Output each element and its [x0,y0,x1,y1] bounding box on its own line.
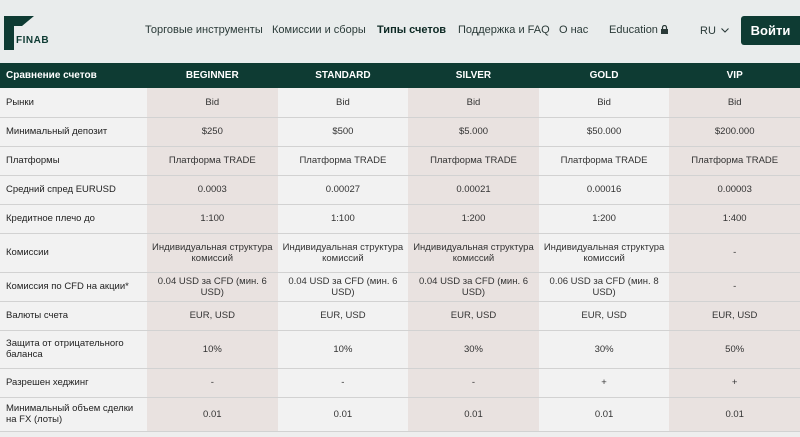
table-cell: EUR, USD [408,301,539,331]
table-cell: $250 [147,117,278,147]
table-row: Минимальный объем сделки на FX (лоты) 0.0… [0,397,800,432]
table-cell: 10% [277,330,409,369]
nav-about[interactable]: О нас [559,24,588,36]
table-cell: Индивидуальная структура комиссий [277,233,409,273]
table-cell: 1:100 [147,204,278,234]
table-cell: 0.0003 [147,175,278,205]
header-standard: STANDARD [277,63,409,88]
table-cell: Платформа TRADE [277,146,409,176]
table-cell: 0.01 [277,397,409,432]
table-row: Защита от отрицательного баланса 10% 10% 30… [0,330,800,369]
nav-trading-instruments[interactable]: Торговые инструменты [145,24,263,36]
table-cell: + [669,368,800,398]
row-label: Защита от отрицательного баланса [0,330,147,369]
table-row: Минимальный депозит $250 $500 $5.000 $50.000… [0,117,800,147]
table-cell: 0.00003 [669,175,800,205]
table-cell: 0.01 [408,397,539,432]
table-cell: 1:200 [408,204,539,234]
table-row: Комиссии Индивидуальная структура комисси… [0,233,800,273]
table-row: Кредитное плечо до 1:100 1:100 1:200 1:200 1:… [0,204,800,234]
header-vip: VIP [669,63,800,88]
table-cell: 30% [538,330,670,369]
table-cell: - [669,272,800,302]
table-row: Рынки Bid Bid Bid Bid Bid [0,88,800,118]
row-label: Минимальный депозит [0,117,147,147]
table-cell: EUR, USD [538,301,670,331]
table-cell: 1:400 [669,204,800,234]
row-label: Комиссии [0,233,147,273]
table-cell: Индивидуальная структура комиссий [408,233,539,273]
table-cell: 10% [147,330,278,369]
table-cell: 0.06 USD за CFD (мин. 8 USD) [538,272,670,302]
main-nav: Торговые инструменты Комиссии и сборы Ти… [0,0,800,63]
language-label: RU [700,25,716,37]
header-silver: SILVER [408,63,539,88]
header-beginner: BEGINNER [147,63,278,88]
row-label: Комиссия по CFD на акции* [0,272,147,302]
nav-education-label: Education [609,24,658,36]
table-cell: $50.000 [538,117,670,147]
language-selector[interactable]: RU [700,24,729,37]
row-label: Платформы [0,146,147,176]
nav-account-types[interactable]: Типы счетов [377,24,446,36]
row-label: Кредитное плечо до [0,204,147,234]
table-cell: - [669,233,800,273]
header-gold: GOLD [538,63,670,88]
row-label: Минимальный объем сделки на FX (лоты) [0,397,147,432]
table-cell: EUR, USD [277,301,409,331]
nav-support-faq[interactable]: Поддержка и FAQ [458,24,550,36]
table-cell: $5.000 [408,117,539,147]
login-button[interactable]: Войти [741,16,800,45]
table-cell: 0.01 [538,397,670,432]
nav-fees[interactable]: Комиссии и сборы [272,24,366,36]
table-row: Платформы Платформа TRADE Платформа TRADE П… [0,146,800,176]
table-cell: Bid [669,88,800,118]
row-label: Рынки [0,88,147,118]
table-cell: $200.000 [669,117,800,147]
table-cell: Индивидуальная структура комиссий [538,233,670,273]
table-cell: Платформа TRADE [147,146,278,176]
table-cell: EUR, USD [147,301,278,331]
table-cell: 30% [408,330,539,369]
table-cell: Bid [408,88,539,118]
row-label: Средний спред EURUSD [0,175,147,205]
table-cell: - [277,368,409,398]
table-row: Комиссия по CFD на акции* 0.04 USD за CFD… [0,272,800,302]
table-cell: 0.04 USD за CFD (мин. 6 USD) [408,272,539,302]
table-cell: $500 [277,117,409,147]
table-cell: Bid [538,88,670,118]
table-header-row: Сравнение счетов BEGINNER STANDARD SILVE… [0,63,800,88]
header-compare: Сравнение счетов [0,63,147,88]
table-cell: - [408,368,539,398]
table-row: Разрешен хеджинг - - - + + [0,368,800,398]
table-cell: 0.00021 [408,175,539,205]
table-cell: - [147,368,278,398]
table-cell: 50% [669,330,800,369]
table-cell: 0.01 [147,397,278,432]
table-cell: 0.04 USD за CFD (мин. 6 USD) [277,272,409,302]
table-cell: Платформа TRADE [538,146,670,176]
table-cell: Платформа TRADE [408,146,539,176]
table-cell: Bid [277,88,409,118]
table-cell: 0.00027 [277,175,409,205]
table-cell: 0.04 USD за CFD (мин. 6 USD) [147,272,278,302]
account-comparison-table: Сравнение счетов BEGINNER STANDARD SILVE… [0,63,800,432]
table-cell: 0.00016 [538,175,670,205]
table-cell: Индивидуальная структура комиссий [147,233,278,273]
table-cell: + [538,368,670,398]
table-row: Средний спред EURUSD 0.0003 0.00027 0.00021… [0,175,800,205]
nav-education[interactable]: Education [609,24,668,37]
chevron-down-icon [721,24,729,36]
table-cell: Платформа TRADE [669,146,800,176]
table-cell: 0.01 [669,397,800,432]
table-row: Валюты счета EUR, USD EUR, USD EUR, USD EUR,… [0,301,800,331]
lock-icon [660,24,668,37]
table-cell: 1:200 [538,204,670,234]
table-cell: Bid [147,88,278,118]
row-label: Разрешен хеджинг [0,368,147,398]
table-cell: 1:100 [277,204,409,234]
site-header: FINAB Торговые инструменты Комиссии и сб… [0,0,800,63]
row-label: Валюты счета [0,301,147,331]
table-cell: EUR, USD [669,301,800,331]
